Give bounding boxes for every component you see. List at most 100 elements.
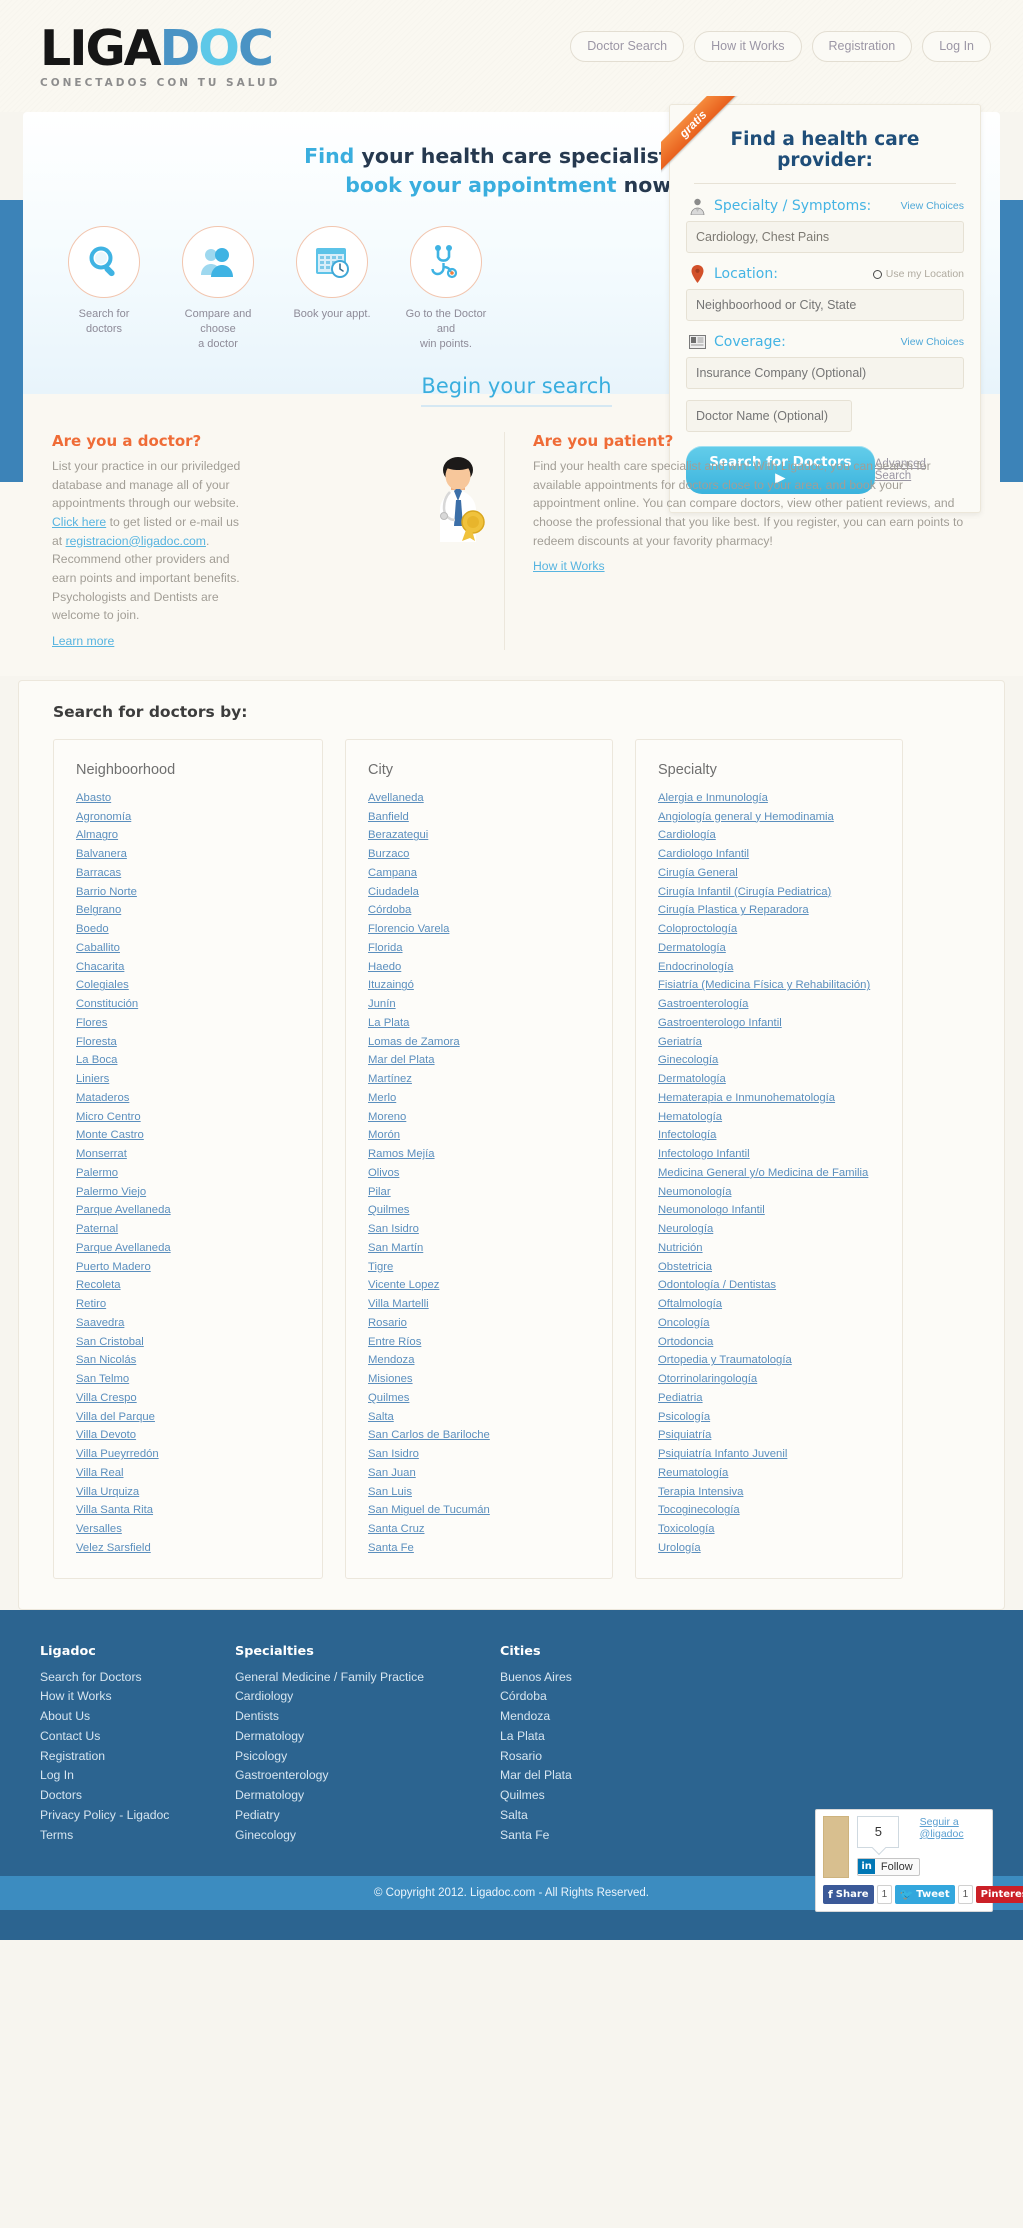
directory-link[interactable]: Urología: [658, 1539, 886, 1558]
directory-link[interactable]: Parque Avellaneda: [76, 1239, 306, 1258]
directory-link[interactable]: Medicina General y/o Medicina de Familia: [658, 1164, 886, 1183]
directory-link[interactable]: Neumonologo Infantil: [658, 1201, 886, 1220]
directory-link[interactable]: Córdoba: [368, 901, 596, 920]
footer-link[interactable]: About Us: [40, 1707, 235, 1727]
directory-link[interactable]: Banfield: [368, 808, 596, 827]
directory-link[interactable]: Monserrat: [76, 1145, 306, 1164]
footer-link[interactable]: Dermatology: [235, 1786, 500, 1806]
directory-link[interactable]: Barrio Norte: [76, 883, 306, 902]
directory-link[interactable]: Fisiatría (Medicina Física y Rehabilitac…: [658, 976, 886, 995]
use-my-location-radio[interactable]: [872, 269, 882, 279]
directory-link[interactable]: Liniers: [76, 1070, 306, 1089]
directory-link[interactable]: Junín: [368, 995, 596, 1014]
directory-link[interactable]: Floresta: [76, 1033, 306, 1052]
directory-link[interactable]: Campana: [368, 864, 596, 883]
directory-link[interactable]: Pediatria: [658, 1389, 886, 1408]
footer-link[interactable]: Pediatry: [235, 1806, 500, 1826]
directory-link[interactable]: Psiquiatría Infanto Juvenil: [658, 1445, 886, 1464]
directory-link[interactable]: San Juan: [368, 1464, 596, 1483]
directory-link[interactable]: Rosario: [368, 1314, 596, 1333]
footer-link[interactable]: How it Works: [40, 1687, 235, 1707]
directory-link[interactable]: Quilmes: [368, 1389, 596, 1408]
directory-link[interactable]: Agronomía: [76, 808, 306, 827]
footer-link[interactable]: Dermatology: [235, 1727, 500, 1747]
feature-compare[interactable]: Compare and choose a doctor: [175, 226, 261, 352]
footer-link[interactable]: Gastroenterology: [235, 1766, 500, 1786]
directory-link[interactable]: Gastroenterología: [658, 995, 886, 1014]
directory-link[interactable]: Mataderos: [76, 1089, 306, 1108]
footer-link[interactable]: Buenos Aires: [500, 1668, 695, 1688]
directory-link[interactable]: Parque Avellaneda: [76, 1201, 306, 1220]
directory-link[interactable]: San Carlos de Bariloche: [368, 1426, 596, 1445]
directory-link[interactable]: Abasto: [76, 789, 306, 808]
directory-link[interactable]: Colegiales: [76, 976, 306, 995]
directory-link[interactable]: Angiología general y Hemodinamia: [658, 808, 886, 827]
directory-link[interactable]: San Martín: [368, 1239, 596, 1258]
registration-email-link[interactable]: registracion@ligadoc.com: [66, 534, 206, 548]
directory-link[interactable]: Cardiología: [658, 826, 886, 845]
directory-link[interactable]: Florencio Varela: [368, 920, 596, 939]
directory-link[interactable]: Dermatología: [658, 1070, 886, 1089]
directory-link[interactable]: Velez Sarsfield: [76, 1539, 306, 1558]
directory-link[interactable]: Chacarita: [76, 958, 306, 977]
directory-link[interactable]: Toxicología: [658, 1520, 886, 1539]
directory-link[interactable]: Palermo Viejo: [76, 1183, 306, 1202]
directory-link[interactable]: Villa Crespo: [76, 1389, 306, 1408]
footer-link[interactable]: Privacy Policy - Ligadoc: [40, 1806, 235, 1826]
directory-link[interactable]: Santa Cruz: [368, 1520, 596, 1539]
directory-link[interactable]: Pilar: [368, 1183, 596, 1202]
directory-link[interactable]: Tigre: [368, 1258, 596, 1277]
directory-link[interactable]: Villa Urquiza: [76, 1483, 306, 1502]
footer-link[interactable]: General Medicine / Family Practice: [235, 1668, 500, 1688]
coverage-view-choices-link[interactable]: View Choices: [901, 336, 964, 348]
directory-link[interactable]: San Cristobal: [76, 1333, 306, 1352]
directory-link[interactable]: Entre Ríos: [368, 1333, 596, 1352]
linkedin-follow-button[interactable]: in Follow: [857, 1857, 920, 1876]
nav-registration[interactable]: Registration: [811, 31, 913, 62]
directory-link[interactable]: Neurología: [658, 1220, 886, 1239]
directory-link[interactable]: Villa Real: [76, 1464, 306, 1483]
footer-link[interactable]: Ginecology: [235, 1826, 500, 1846]
directory-link[interactable]: Almagro: [76, 826, 306, 845]
directory-link[interactable]: Ginecología: [658, 1051, 886, 1070]
footer-link[interactable]: Registration: [40, 1747, 235, 1767]
feature-go-to-doctor[interactable]: Go to the Doctor and win points.: [403, 226, 489, 352]
footer-link[interactable]: Mar del Plata: [500, 1766, 695, 1786]
footer-link[interactable]: Terms: [40, 1826, 235, 1846]
footer-link[interactable]: Psicology: [235, 1747, 500, 1767]
directory-link[interactable]: Ituzaingó: [368, 976, 596, 995]
directory-link[interactable]: Balvanera: [76, 845, 306, 864]
patient-how-it-works-link[interactable]: How it Works: [533, 559, 605, 573]
footer-link[interactable]: Santa Fe: [500, 1826, 695, 1846]
footer-link[interactable]: Córdoba: [500, 1687, 695, 1707]
directory-link[interactable]: Odontología / Dentistas: [658, 1276, 886, 1295]
directory-link[interactable]: Quilmes: [368, 1201, 596, 1220]
directory-link[interactable]: Ciudadela: [368, 883, 596, 902]
directory-link[interactable]: La Plata: [368, 1014, 596, 1033]
click-here-link[interactable]: Click here: [52, 515, 106, 529]
directory-link[interactable]: Avellaneda: [368, 789, 596, 808]
facebook-share-button[interactable]: f Share: [823, 1884, 874, 1904]
directory-link[interactable]: Infectología: [658, 1126, 886, 1145]
directory-link[interactable]: Neumonología: [658, 1183, 886, 1202]
directory-link[interactable]: Mendoza: [368, 1351, 596, 1370]
directory-link[interactable]: Micro Centro: [76, 1108, 306, 1127]
directory-link[interactable]: Florida: [368, 939, 596, 958]
directory-link[interactable]: Cirugía Infantil (Cirugía Pediatrica): [658, 883, 886, 902]
directory-link[interactable]: Olivos: [368, 1164, 596, 1183]
directory-link[interactable]: Geriatría: [658, 1033, 886, 1052]
directory-link[interactable]: Barracas: [76, 864, 306, 883]
directory-link[interactable]: Boedo: [76, 920, 306, 939]
directory-link[interactable]: Cirugía Plastica y Reparadora: [658, 901, 886, 920]
directory-link[interactable]: Coloproctología: [658, 920, 886, 939]
specialty-view-choices-link[interactable]: View Choices: [901, 200, 964, 212]
directory-link[interactable]: Berazategui: [368, 826, 596, 845]
directory-link[interactable]: Burzaco: [368, 845, 596, 864]
directory-link[interactable]: Moreno: [368, 1108, 596, 1127]
directory-link[interactable]: Alergia e Inmunología: [658, 789, 886, 808]
directory-link[interactable]: Dermatología: [658, 939, 886, 958]
directory-link[interactable]: Gastroenterologo Infantil: [658, 1014, 886, 1033]
directory-link[interactable]: Mar del Plata: [368, 1051, 596, 1070]
directory-link[interactable]: San Nicolás: [76, 1351, 306, 1370]
directory-link[interactable]: Ortodoncia: [658, 1333, 886, 1352]
